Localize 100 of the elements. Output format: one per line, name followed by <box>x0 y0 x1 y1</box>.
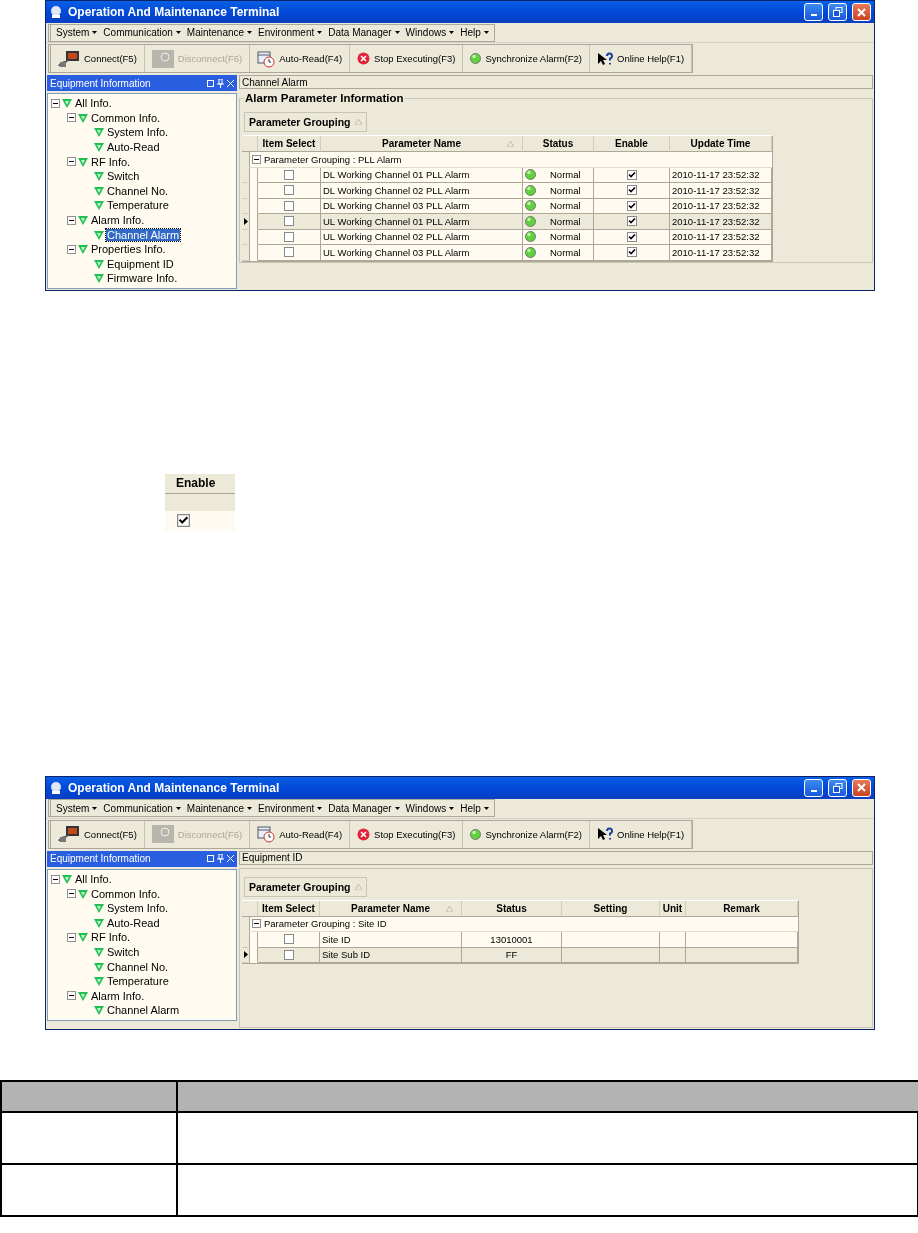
collapse-icon[interactable] <box>67 991 76 1001</box>
menu-item[interactable]: Data Manager <box>325 800 403 817</box>
tree-item[interactable]: Temperature <box>106 199 170 212</box>
menu-item[interactable]: Windows <box>402 800 458 817</box>
tree-item[interactable]: Channel Alarm <box>106 228 181 241</box>
checkbox[interactable] <box>626 216 637 227</box>
float-icon[interactable] <box>207 79 214 87</box>
menu-item[interactable]: Maintenance <box>183 800 256 817</box>
tree-item[interactable]: Auto-Read <box>106 916 161 929</box>
toolbar-button[interactable]: Online Help(F1) <box>590 45 693 72</box>
collapse-icon[interactable] <box>67 113 76 123</box>
column-header[interactable]: Unit <box>660 900 686 917</box>
column-header[interactable]: Remark <box>686 900 798 917</box>
grouping-button[interactable]: Parameter Grouping <box>244 876 367 897</box>
menu-item[interactable]: Maintenance <box>183 24 256 41</box>
tree-item[interactable]: RF Info. <box>90 931 132 944</box>
collapse-icon[interactable] <box>51 98 60 108</box>
minimize-button[interactable] <box>804 3 823 21</box>
toolbar-button[interactable]: Connect(F5) <box>51 45 145 72</box>
tree-item[interactable]: System Info. <box>106 126 170 139</box>
menu-item[interactable]: System <box>53 800 101 817</box>
collapse-icon[interactable] <box>67 215 76 225</box>
menu-item[interactable]: System <box>53 24 101 41</box>
checkbox[interactable] <box>284 169 294 180</box>
checkbox[interactable] <box>283 949 294 960</box>
menu-item[interactable]: Data Manager <box>325 24 403 41</box>
checkbox[interactable] <box>626 247 637 258</box>
tree-item[interactable]: Channel No. <box>106 960 170 973</box>
toolbar-button[interactable]: Auto-Read(F4) <box>250 820 351 848</box>
column-header[interactable]: Update Time <box>670 136 772 152</box>
collapse-icon[interactable] <box>67 244 76 254</box>
pin-icon[interactable] <box>217 78 224 88</box>
close-icon[interactable] <box>227 79 234 87</box>
checkbox[interactable] <box>626 231 637 242</box>
menu-item[interactable]: Communication <box>100 24 184 41</box>
tree-item[interactable]: Channel No. <box>106 184 170 197</box>
document-tab[interactable]: Channel Alarm <box>239 75 873 89</box>
column-header[interactable]: Enable <box>594 136 670 152</box>
grouping-button[interactable]: Parameter Grouping <box>244 112 367 132</box>
collapse-icon[interactable] <box>67 889 76 899</box>
restore-button[interactable] <box>828 778 847 797</box>
column-header[interactable]: Item Select <box>258 136 321 152</box>
menu-item[interactable]: Environment <box>255 24 326 41</box>
document-tab[interactable]: Equipment ID <box>239 850 873 865</box>
tree-item[interactable]: Temperature <box>106 975 170 988</box>
column-header[interactable]: Setting <box>562 900 660 917</box>
collapse-icon[interactable] <box>252 154 261 164</box>
restore-button[interactable] <box>828 3 847 21</box>
tree-item[interactable]: All Info. <box>74 873 113 885</box>
tree-item[interactable]: Alarm Info. <box>90 989 146 1002</box>
row-header[interactable] <box>242 214 250 230</box>
tree-item[interactable]: Channel Alarm <box>106 1004 181 1017</box>
menu-item[interactable]: Communication <box>100 800 184 817</box>
tree-item[interactable]: System Info. <box>106 902 170 915</box>
close-icon[interactable] <box>227 855 234 863</box>
checkbox[interactable] <box>626 200 637 211</box>
checkbox[interactable] <box>626 185 637 196</box>
checkbox[interactable] <box>283 934 294 945</box>
toolbar-button[interactable]: Stop Executing(F3) <box>350 45 464 72</box>
tree-item[interactable]: Switch <box>106 946 141 958</box>
menu-item[interactable]: Help <box>457 800 492 817</box>
tree-item[interactable]: Equipment ID <box>106 257 175 270</box>
close-button[interactable] <box>852 3 871 21</box>
tree-item[interactable]: Firmware Info. <box>106 272 179 285</box>
checkbox[interactable] <box>284 247 294 258</box>
checkbox[interactable] <box>284 216 294 227</box>
menu-item[interactable]: Help <box>457 24 492 41</box>
collapse-icon[interactable] <box>51 874 60 884</box>
column-header[interactable]: Status <box>462 900 562 917</box>
tree-item[interactable]: Properties Info. <box>90 243 167 256</box>
menu-item[interactable]: Environment <box>255 800 326 817</box>
tree-item[interactable]: RF Info. <box>90 155 132 168</box>
toolbar-button[interactable]: Connect(F5) <box>51 820 145 848</box>
close-button[interactable] <box>852 778 871 797</box>
tree-item[interactable]: Auto-Read <box>106 141 161 154</box>
float-icon[interactable] <box>207 855 214 863</box>
toolbar-button[interactable]: Auto-Read(F4) <box>250 45 351 72</box>
toolbar-button[interactable]: Stop Executing(F3) <box>350 820 464 848</box>
checkbox[interactable] <box>177 514 190 528</box>
collapse-icon[interactable] <box>252 919 261 929</box>
menu-item[interactable]: Windows <box>402 24 458 41</box>
pin-icon[interactable] <box>217 854 224 864</box>
checkbox[interactable] <box>284 231 294 242</box>
collapse-icon[interactable] <box>67 157 76 167</box>
tree-item[interactable]: Switch <box>106 170 141 183</box>
tree-item[interactable]: Common Info. <box>90 887 162 900</box>
tree-item[interactable]: Common Info. <box>90 111 162 124</box>
checkbox[interactable] <box>284 185 294 196</box>
toolbar-button[interactable]: Synchronize Alarm(F2) <box>463 820 591 848</box>
toolbar-button[interactable]: Synchronize Alarm(F2) <box>463 45 591 72</box>
column-header[interactable]: Parameter Name <box>321 136 523 152</box>
toolbar-button[interactable]: Online Help(F1) <box>590 820 693 848</box>
minimize-button[interactable] <box>804 778 823 797</box>
column-header[interactable]: Item Select <box>258 900 320 917</box>
tree-item[interactable]: Alarm Info. <box>90 214 146 227</box>
column-header[interactable]: Parameter Name <box>320 900 462 917</box>
collapse-icon[interactable] <box>67 932 76 942</box>
column-header[interactable]: Status <box>523 136 594 152</box>
tree-item[interactable]: All Info. <box>74 97 113 110</box>
checkbox[interactable] <box>284 200 294 211</box>
